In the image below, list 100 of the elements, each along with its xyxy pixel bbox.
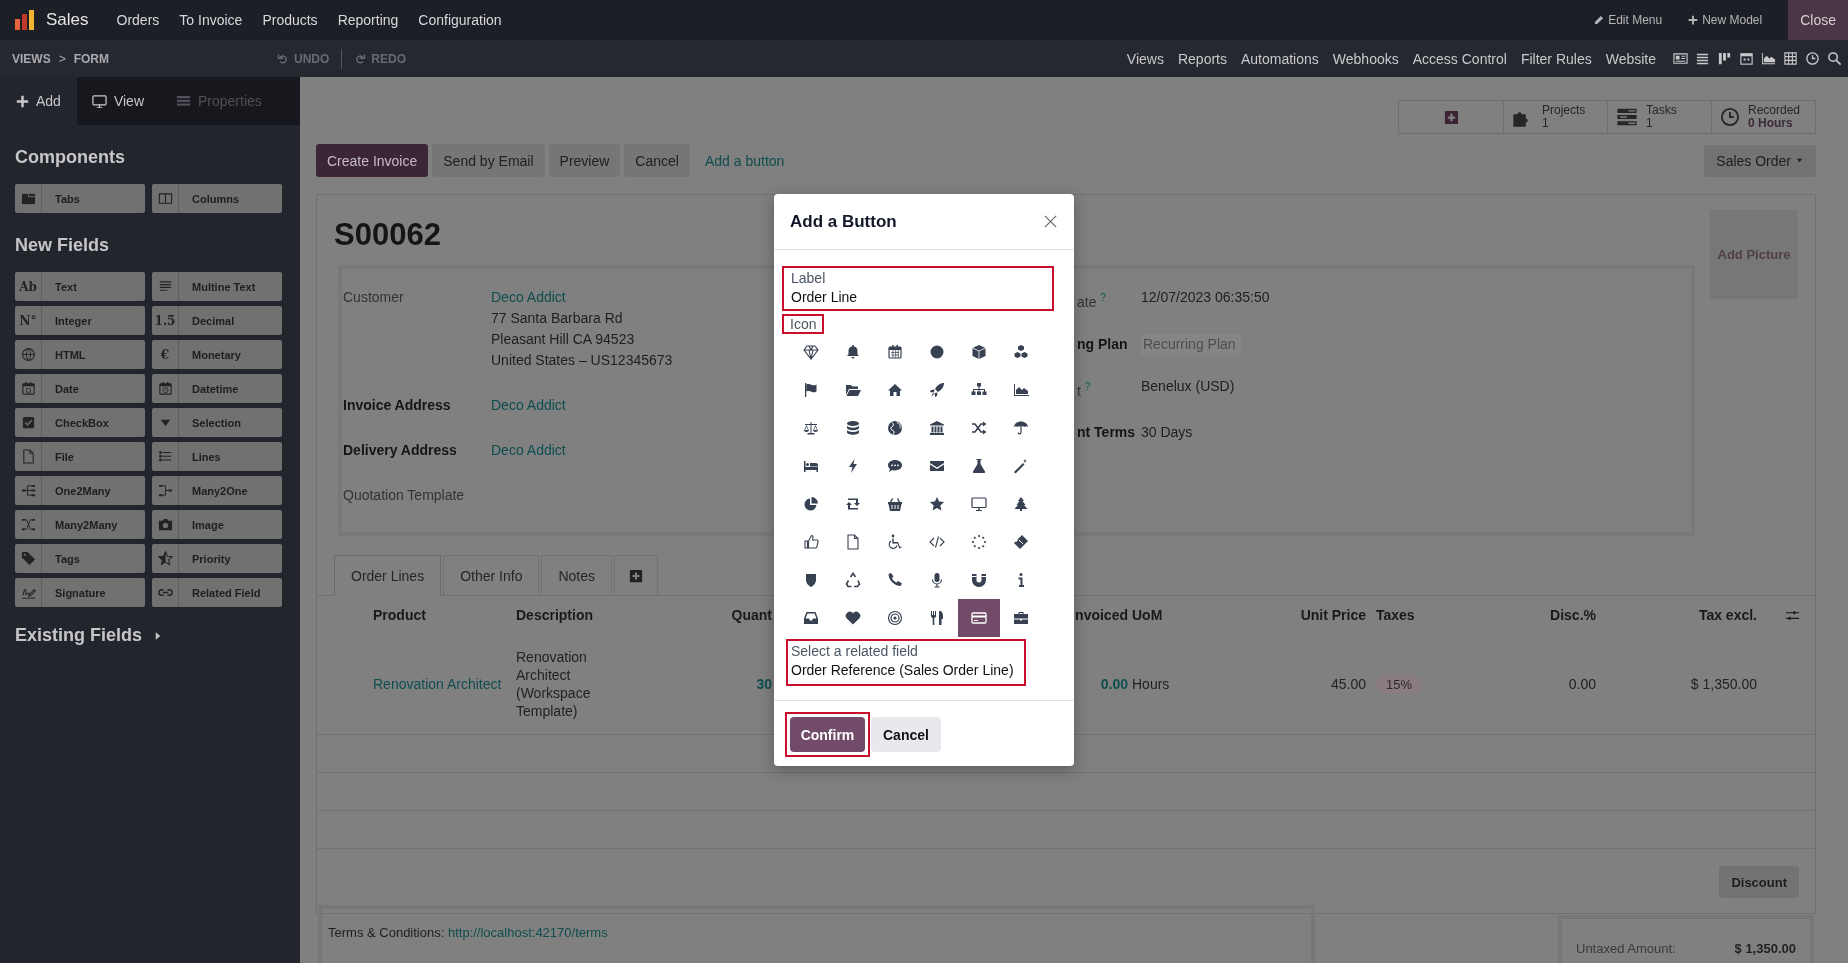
field-type-item[interactable]: Date	[15, 374, 145, 403]
terms-link[interactable]: http://localhost:42170/terms	[447, 925, 608, 940]
status-dropdown[interactable]: Sales Order	[1704, 144, 1816, 177]
field-link[interactable]: Deco Addict	[491, 440, 773, 461]
stat-title: Projects	[1542, 104, 1586, 117]
confirm-button[interactable]: Confirm	[790, 717, 865, 752]
studio-menu-link[interactable]: Webhooks	[1325, 50, 1406, 67]
field-type-item[interactable]: Lines	[152, 442, 282, 471]
menu-item[interactable]: To Invoice	[169, 0, 253, 40]
icon-option[interactable]	[958, 599, 1000, 637]
menu-item[interactable]: Configuration	[408, 0, 512, 40]
field-type-item[interactable]: Tabs	[15, 184, 145, 213]
flask-icon	[971, 458, 987, 474]
address-line: Pleasant Hill CA 94523	[491, 330, 636, 349]
related-field-select[interactable]: Select a related field Order Reference (Sales Order Line)	[786, 639, 1026, 686]
column-header[interactable]: Description	[516, 607, 593, 623]
clock-icon[interactable]	[1805, 51, 1820, 66]
magnet-icon	[971, 572, 987, 588]
menu-item[interactable]: Orders	[106, 0, 170, 40]
field-value: Benelux (USD)	[1141, 376, 1236, 396]
field-type-item[interactable]: Datetime	[152, 374, 282, 403]
menu-item[interactable]: Reporting	[327, 0, 409, 40]
cancel-button[interactable]: Cancel	[871, 717, 941, 752]
speech-bubble-icon	[887, 458, 903, 474]
smart-button[interactable]: Recorded 0 Hours	[1711, 101, 1815, 133]
field-type-item[interactable]: Ab Text	[15, 272, 145, 301]
field-link[interactable]: Deco Addict	[491, 395, 773, 416]
column-header[interactable]: Quant	[731, 607, 772, 623]
terms-text: Terms & Conditions: http://localhost:42170/terms	[328, 925, 608, 940]
kanban-view-icon[interactable]	[1717, 51, 1732, 66]
smart-button[interactable]: Tasks 1	[1607, 101, 1711, 133]
field-label: Customer	[343, 288, 405, 307]
notebook-tab[interactable]: Other Info	[443, 555, 540, 596]
status-bar-button[interactable]: Create Invoice	[316, 144, 429, 177]
studio-menu-link[interactable]: Views	[1119, 50, 1171, 67]
studio-menu-link[interactable]: Access Control	[1405, 50, 1514, 67]
phone-icon	[887, 572, 903, 588]
field-type-item[interactable]: Related Field	[152, 578, 282, 607]
app-name[interactable]: Sales	[46, 10, 89, 30]
code-icon	[929, 534, 945, 550]
edit-menu-link[interactable]: Edit Menu	[1594, 13, 1663, 27]
field-type-item[interactable]: Tags	[15, 544, 145, 573]
field-type-item[interactable]: Many2Many	[15, 510, 145, 539]
search-icon[interactable]	[1827, 51, 1842, 66]
field-type-item[interactable]: Columns	[152, 184, 282, 213]
studio-menu-link[interactable]: Website	[1598, 50, 1663, 67]
field-type-item[interactable]: Image	[152, 510, 282, 539]
list-view-icon[interactable]	[1695, 51, 1710, 66]
pivot-view-icon[interactable]	[1783, 51, 1798, 66]
field-type-item[interactable]: File	[15, 442, 145, 471]
field-type-item[interactable]: HTML	[15, 340, 145, 369]
field-type-item[interactable]: Priority	[152, 544, 282, 573]
product-link[interactable]: Renovation Architect	[373, 676, 502, 692]
discount-button[interactable]: Discount	[1719, 866, 1799, 898]
field-type-glyph: Ab	[18, 279, 38, 294]
label-input[interactable]: Order Line	[791, 287, 1045, 307]
calendar-view-icon[interactable]	[1739, 51, 1754, 66]
status-bar-button[interactable]: Preview	[548, 144, 621, 177]
column-header[interactable]: nvoiced	[1075, 607, 1128, 623]
column-header[interactable]: Taxes	[1376, 607, 1415, 623]
graph-view-icon[interactable]	[1761, 51, 1776, 66]
heart-icon	[845, 610, 861, 626]
column-header[interactable]: Tax excl.	[1698, 607, 1757, 623]
sidebar-tab[interactable]: View	[76, 77, 160, 125]
studio-menu-link[interactable]: Automations	[1234, 50, 1326, 67]
sidebar-tab[interactable]: Add	[0, 77, 77, 125]
notebook-tab[interactable]: Order Lines	[334, 555, 442, 596]
label-field[interactable]: Label Order Line	[782, 266, 1054, 311]
close-button[interactable]: Close	[1788, 0, 1848, 40]
column-header[interactable]: Unit Price	[1300, 607, 1366, 623]
add-button-link[interactable]: Add a button	[693, 144, 796, 177]
field-type-item[interactable]: CheckBox	[15, 408, 145, 437]
breadcrumb-item[interactable]: VIEWS	[12, 51, 51, 66]
field-type-item[interactable]: 1.5 Decimal	[152, 306, 282, 335]
field-type-item[interactable]: Multine Text	[152, 272, 282, 301]
column-header[interactable]: Disc.%	[1550, 607, 1596, 623]
field-type-item[interactable]: Signature	[15, 578, 145, 607]
existing-fields-toggle[interactable]: Existing Fields	[15, 625, 165, 646]
field-type-item[interactable]: One2Many	[15, 476, 145, 505]
field-type-item[interactable]: Many2One	[152, 476, 282, 505]
status-bar-button[interactable]: Send by Email	[432, 144, 545, 177]
add-tab-button[interactable]	[614, 555, 658, 596]
one-to-many-icon	[20, 483, 36, 498]
notebook-tab[interactable]: Notes	[541, 555, 612, 596]
address-line: United States – US12345673	[491, 351, 674, 370]
column-header[interactable]: UoM	[1132, 607, 1163, 623]
field-type-item[interactable]: € Monetary	[152, 340, 282, 369]
field-type-item[interactable]: Selection	[152, 408, 282, 437]
smart-button[interactable]: Projects 1	[1503, 101, 1607, 133]
field-type-item[interactable]: N° Integer	[15, 306, 145, 335]
status-bar-button[interactable]: Cancel	[624, 144, 690, 177]
app-logo[interactable]	[14, 9, 36, 31]
column-header[interactable]: Product	[373, 607, 426, 623]
new-model-link[interactable]: New Model	[1688, 13, 1763, 27]
studio-menu-link[interactable]: Reports	[1170, 50, 1234, 67]
form-view-icon[interactable]	[1673, 51, 1688, 66]
field-link[interactable]: Deco Addict	[491, 287, 773, 308]
add-picture-placeholder[interactable]: Add Picture	[1710, 210, 1798, 299]
studio-menu-link[interactable]: Filter Rules	[1513, 50, 1599, 67]
menu-item[interactable]: Products	[252, 0, 328, 40]
